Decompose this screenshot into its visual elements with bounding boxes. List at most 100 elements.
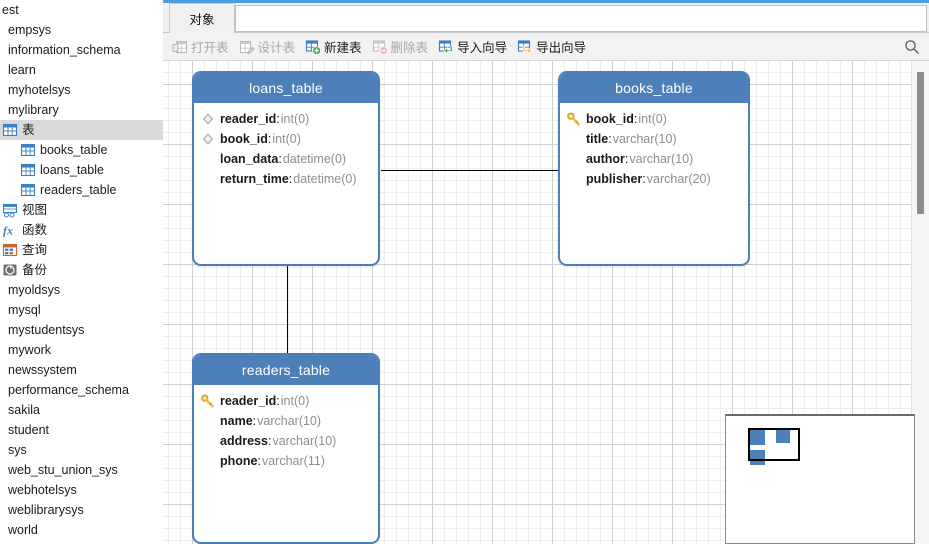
primary-key-icon xyxy=(200,393,216,409)
field-type: int(0) xyxy=(280,394,310,408)
sidebar-item-label: mywork xyxy=(8,343,52,357)
sidebar-item-[interactable]: 视图 xyxy=(0,200,163,220)
primary-key-icon xyxy=(566,111,582,127)
field-separator: : xyxy=(633,112,638,126)
sidebar-item-label: learn xyxy=(8,63,36,77)
field-type: int(0) xyxy=(280,112,310,126)
foreign-key-icon xyxy=(200,131,216,147)
field-name: reader_id xyxy=(220,112,277,126)
field-separator: : xyxy=(252,414,257,428)
entity-title: readers_table xyxy=(194,355,378,385)
sidebar-item-learn[interactable]: learn xyxy=(0,60,163,80)
sidebar-item-label: readers_table xyxy=(40,183,117,197)
sidebar-item-label: loans_table xyxy=(40,163,104,177)
minimap-viewport-rect[interactable] xyxy=(748,428,800,461)
sidebar-item-newssystem[interactable]: newssystem xyxy=(0,360,163,380)
sidebar-item-world[interactable]: world xyxy=(0,520,163,540)
delete-table-icon xyxy=(372,39,388,55)
sidebar-item-myoldsys[interactable]: myoldsys xyxy=(0,280,163,300)
sidebar-item-mysql[interactable]: mysql xyxy=(0,300,163,320)
sidebar-item-loans_table[interactable]: loans_table xyxy=(0,160,163,180)
sidebar-item-myhotelsys[interactable]: myhotelsys xyxy=(0,80,163,100)
sidebar-item-books_table[interactable]: books_table xyxy=(0,140,163,160)
field-no-key-spacer xyxy=(566,131,582,147)
field-separator: : xyxy=(624,152,629,166)
backup-icon xyxy=(2,262,18,278)
sidebar-item-web_stu_union_sys[interactable]: web_stu_union_sys xyxy=(0,460,163,480)
new-table-icon xyxy=(305,39,322,55)
sidebar-item-information_schema[interactable]: information_schema xyxy=(0,40,163,60)
sidebar-item-label: newssystem xyxy=(8,363,77,377)
field-separator: : xyxy=(267,434,272,448)
sidebar-item-student[interactable]: student xyxy=(0,420,163,440)
sidebar-item-label: sakila xyxy=(8,403,40,417)
entity-field: phone: varchar(11) xyxy=(194,451,378,471)
sidebar-item-est[interactable]: est xyxy=(0,0,163,20)
toolbar-button-import-wizard[interactable]: 导入向导 xyxy=(433,35,512,59)
nav-cat-main-window: est empsys information_schemalearn myhotels… xyxy=(0,0,929,544)
sidebar-item-label: myoldsys xyxy=(8,283,61,297)
sidebar-item-webhotelsys[interactable]: webhotelsys xyxy=(0,480,163,500)
sidebar-item-label: information_schema xyxy=(8,43,121,57)
entity-field-list: book_id: int(0) title: varchar(10) author: va… xyxy=(560,103,748,189)
field-type: int(0) xyxy=(272,132,301,146)
field-separator: : xyxy=(267,132,272,146)
sidebar-item-label: 函数 xyxy=(22,223,48,237)
search-icon[interactable] xyxy=(903,38,921,56)
toolbar-button-new-table[interactable]: 新建表 xyxy=(300,35,367,59)
field-type: int(0) xyxy=(638,112,667,126)
design-table-icon xyxy=(239,39,255,55)
query-icon xyxy=(2,242,18,258)
field-name: publisher xyxy=(586,172,643,186)
table-icon xyxy=(2,122,18,138)
sidebar-item-performance_schema[interactable]: performance_schema xyxy=(0,380,163,400)
entity-field: book_id: int(0) xyxy=(194,129,378,149)
toolbar-button-delete-table: 删除表 xyxy=(367,35,434,59)
foreign-key-icon xyxy=(200,111,216,127)
field-no-key-spacer xyxy=(200,151,216,167)
sidebar-item-mystudentsys[interactable]: mystudentsys xyxy=(0,320,163,340)
minimap-canvas[interactable] xyxy=(732,421,906,543)
sidebar-item-readers_table[interactable]: readers_table xyxy=(0,180,163,200)
sidebar-item-label: web_stu_union_sys xyxy=(8,463,118,477)
sidebar-item-[interactable]: 查询 xyxy=(0,240,163,260)
field-no-key-spacer xyxy=(566,171,582,187)
entity-field: loan_data: datetime(0) xyxy=(194,149,378,169)
field-name: return_time xyxy=(220,172,289,186)
toolbar-button-export-wizard[interactable]: 导出向导 xyxy=(512,35,591,59)
sidebar-item-[interactable]: 备份 xyxy=(0,260,163,280)
sidebar-item-mylibrary[interactable]: mylibrary xyxy=(0,100,163,120)
sidebar-item-mywork[interactable]: mywork xyxy=(0,340,163,360)
field-name: loan_data xyxy=(220,152,279,166)
entity-loans_table[interactable]: loans_table reader_id: int(0) book_id: int(0… xyxy=(192,71,380,266)
relation-line-loans-readers xyxy=(287,266,288,354)
sidebar-item-label: 备份 xyxy=(22,263,48,277)
sidebar-item-label: webhotelsys xyxy=(8,483,77,497)
entity-field: reader_id: int(0) xyxy=(194,391,378,411)
diagram-minimap-panel[interactable] xyxy=(725,414,915,544)
toolbar-button-label: 导入向导 xyxy=(457,41,508,55)
sidebar-item-weblibrarysys[interactable]: weblibrarysys xyxy=(0,500,163,520)
sidebar-item-sys[interactable]: sys xyxy=(0,440,163,460)
entity-readers_table[interactable]: readers_table reader_id: int(0) name: varcha… xyxy=(192,353,380,544)
sidebar-item-[interactable]: 表 xyxy=(0,120,163,140)
entity-field: book_id: int(0) xyxy=(560,109,748,129)
toolbar-button-label: 导出向导 xyxy=(536,41,587,55)
field-type: varchar(10) xyxy=(629,152,694,166)
field-name: title xyxy=(586,132,609,146)
canvas-scrollbar-thumb[interactable] xyxy=(917,72,924,214)
field-type: varchar(11) xyxy=(261,454,325,468)
tab-objects[interactable]: 对象 xyxy=(169,3,235,33)
entity-field: address: varchar(10) xyxy=(194,431,378,451)
function-icon: fx xyxy=(2,222,18,238)
entity-books_table[interactable]: books_table book_id: int(0) title: varchar(1… xyxy=(558,71,750,266)
view-icon xyxy=(2,202,18,218)
sidebar-item-label: world xyxy=(8,523,38,537)
field-separator: : xyxy=(608,132,612,146)
sidebar-item-[interactable]: fx 函数 xyxy=(0,220,163,240)
sidebar-item-empsys[interactable]: empsys xyxy=(0,20,163,40)
sidebar-item-label: student xyxy=(8,423,50,437)
database-tree-sidebar[interactable]: est empsys information_schemalearn myhotels… xyxy=(0,0,163,544)
sidebar-item-sakila[interactable]: sakila xyxy=(0,400,163,420)
entity-field-list: reader_id: int(0) book_id: int(0) loan_data:… xyxy=(194,103,378,189)
